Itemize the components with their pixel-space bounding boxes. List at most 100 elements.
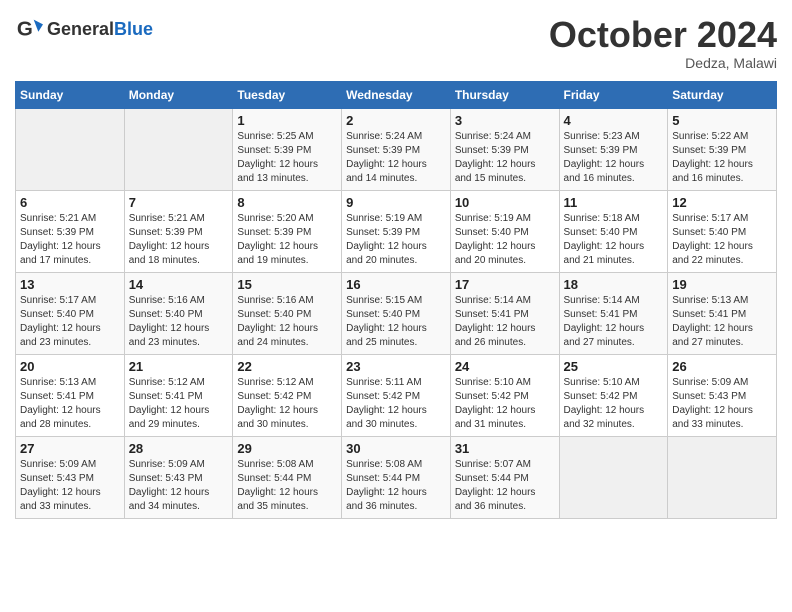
calendar-week-row: 20 Sunrise: 5:13 AMSunset: 5:41 PMDayligh… — [16, 354, 777, 436]
day-number: 28 — [129, 441, 229, 456]
calendar-cell: 27 Sunrise: 5:09 AMSunset: 5:43 PMDayligh… — [16, 436, 125, 518]
page-header: G GeneralBlue October 2024 Dedza, Malawi — [15, 15, 777, 71]
calendar-cell: 17 Sunrise: 5:14 AMSunset: 5:41 PMDayligh… — [450, 272, 559, 354]
calendar-cell: 23 Sunrise: 5:11 AMSunset: 5:42 PMDayligh… — [342, 354, 451, 436]
day-info: Sunrise: 5:17 AMSunset: 5:40 PMDaylight:… — [672, 212, 772, 268]
calendar-cell: 6 Sunrise: 5:21 AMSunset: 5:39 PMDaylight… — [16, 190, 125, 272]
day-number: 22 — [237, 359, 337, 374]
day-number: 17 — [455, 277, 555, 292]
day-number: 26 — [672, 359, 772, 374]
logo-icon: G — [15, 15, 43, 43]
weekday-header: Friday — [559, 81, 668, 108]
day-number: 27 — [20, 441, 120, 456]
day-number: 2 — [346, 113, 446, 128]
calendar-cell: 1Sunrise: 5:25 AMSunset: 5:39 PMDaylight… — [233, 108, 342, 190]
calendar-cell — [16, 108, 125, 190]
calendar-cell: 13 Sunrise: 5:17 AMSunset: 5:40 PMDayligh… — [16, 272, 125, 354]
day-info: Sunrise: 5:21 AMSunset: 5:39 PMDaylight:… — [129, 212, 229, 268]
day-number: 30 — [346, 441, 446, 456]
calendar-cell: 24Sunrise: 5:10 AMSunset: 5:42 PMDayligh… — [450, 354, 559, 436]
calendar-cell: 3 Sunrise: 5:24 AMSunset: 5:39 PMDaylight… — [450, 108, 559, 190]
calendar-cell: 4Sunrise: 5:23 AMSunset: 5:39 PMDaylight… — [559, 108, 668, 190]
day-number: 9 — [346, 195, 446, 210]
day-info: Sunrise: 5:09 AMSunset: 5:43 PMDaylight:… — [129, 458, 229, 514]
svg-text:G: G — [17, 18, 33, 41]
day-info: Sunrise: 5:15 AMSunset: 5:40 PMDaylight:… — [346, 294, 446, 350]
calendar-cell — [124, 108, 233, 190]
calendar-table: SundayMondayTuesdayWednesdayThursdayFrid… — [15, 81, 777, 519]
calendar-week-row: 6 Sunrise: 5:21 AMSunset: 5:39 PMDaylight… — [16, 190, 777, 272]
month-title: October 2024 — [549, 15, 777, 55]
calendar-cell: 2 Sunrise: 5:24 AMSunset: 5:39 PMDaylight… — [342, 108, 451, 190]
day-number: 25 — [564, 359, 664, 374]
day-number: 23 — [346, 359, 446, 374]
day-info: Sunrise: 5:11 AMSunset: 5:42 PMDaylight:… — [346, 376, 446, 432]
day-number: 13 — [20, 277, 120, 292]
day-info: Sunrise: 5:21 AMSunset: 5:39 PMDaylight:… — [20, 212, 120, 268]
day-number: 20 — [20, 359, 120, 374]
day-number: 8 — [237, 195, 337, 210]
weekday-header: Saturday — [668, 81, 777, 108]
calendar-cell: 22 Sunrise: 5:12 AMSunset: 5:42 PMDayligh… — [233, 354, 342, 436]
day-number: 31 — [455, 441, 555, 456]
calendar-cell: 30 Sunrise: 5:08 AMSunset: 5:44 PMDayligh… — [342, 436, 451, 518]
calendar-cell: 26 Sunrise: 5:09 AMSunset: 5:43 PMDayligh… — [668, 354, 777, 436]
day-info: Sunrise: 5:12 AMSunset: 5:42 PMDaylight:… — [237, 376, 337, 432]
day-info: Sunrise: 5:19 AMSunset: 5:39 PMDaylight:… — [346, 212, 446, 268]
day-info: Sunrise: 5:08 AMSunset: 5:44 PMDaylight:… — [346, 458, 446, 514]
day-info: Sunrise: 5:10 AMSunset: 5:42 PMDaylight:… — [455, 376, 555, 432]
calendar-cell: 9 Sunrise: 5:19 AMSunset: 5:39 PMDaylight… — [342, 190, 451, 272]
logo-text-blue: Blue — [114, 19, 153, 39]
calendar-cell: 16 Sunrise: 5:15 AMSunset: 5:40 PMDayligh… — [342, 272, 451, 354]
day-number: 12 — [672, 195, 772, 210]
day-info: Sunrise: 5:20 AMSunset: 5:39 PMDaylight:… — [237, 212, 337, 268]
day-info: Sunrise: 5:13 AMSunset: 5:41 PMDaylight:… — [20, 376, 120, 432]
weekday-header: Sunday — [16, 81, 125, 108]
location: Dedza, Malawi — [549, 55, 777, 71]
weekday-header: Wednesday — [342, 81, 451, 108]
day-info: Sunrise: 5:24 AMSunset: 5:39 PMDaylight:… — [455, 130, 555, 186]
day-number: 7 — [129, 195, 229, 210]
calendar-cell: 12 Sunrise: 5:17 AMSunset: 5:40 PMDayligh… — [668, 190, 777, 272]
day-info: Sunrise: 5:17 AMSunset: 5:40 PMDaylight:… — [20, 294, 120, 350]
calendar-cell: 10Sunrise: 5:19 AMSunset: 5:40 PMDayligh… — [450, 190, 559, 272]
day-number: 18 — [564, 277, 664, 292]
calendar-cell: 19Sunrise: 5:13 AMSunset: 5:41 PMDayligh… — [668, 272, 777, 354]
calendar-cell: 5Sunrise: 5:22 AMSunset: 5:39 PMDaylight… — [668, 108, 777, 190]
calendar-cell: 20 Sunrise: 5:13 AMSunset: 5:41 PMDayligh… — [16, 354, 125, 436]
day-number: 21 — [129, 359, 229, 374]
day-info: Sunrise: 5:16 AMSunset: 5:40 PMDaylight:… — [237, 294, 337, 350]
day-number: 6 — [20, 195, 120, 210]
day-info: Sunrise: 5:24 AMSunset: 5:39 PMDaylight:… — [346, 130, 446, 186]
calendar-week-row: 27 Sunrise: 5:09 AMSunset: 5:43 PMDayligh… — [16, 436, 777, 518]
calendar-cell: 18 Sunrise: 5:14 AMSunset: 5:41 PMDayligh… — [559, 272, 668, 354]
calendar-cell: 14Sunrise: 5:16 AMSunset: 5:40 PMDayligh… — [124, 272, 233, 354]
weekday-header: Thursday — [450, 81, 559, 108]
day-info: Sunrise: 5:10 AMSunset: 5:42 PMDaylight:… — [564, 376, 664, 432]
day-number: 5 — [672, 113, 772, 128]
day-info: Sunrise: 5:13 AMSunset: 5:41 PMDaylight:… — [672, 294, 772, 350]
calendar-cell: 8 Sunrise: 5:20 AMSunset: 5:39 PMDaylight… — [233, 190, 342, 272]
day-number: 16 — [346, 277, 446, 292]
day-info: Sunrise: 5:14 AMSunset: 5:41 PMDaylight:… — [564, 294, 664, 350]
day-info: Sunrise: 5:09 AMSunset: 5:43 PMDaylight:… — [672, 376, 772, 432]
weekday-header: Tuesday — [233, 81, 342, 108]
calendar-cell: 21 Sunrise: 5:12 AMSunset: 5:41 PMDayligh… — [124, 354, 233, 436]
calendar-week-row: 1Sunrise: 5:25 AMSunset: 5:39 PMDaylight… — [16, 108, 777, 190]
day-number: 29 — [237, 441, 337, 456]
day-info: Sunrise: 5:19 AMSunset: 5:40 PMDaylight:… — [455, 212, 555, 268]
logo-text-general: General — [47, 19, 114, 39]
calendar-cell: 11Sunrise: 5:18 AMSunset: 5:40 PMDayligh… — [559, 190, 668, 272]
day-number: 15 — [237, 277, 337, 292]
day-number: 3 — [455, 113, 555, 128]
day-info: Sunrise: 5:16 AMSunset: 5:40 PMDaylight:… — [129, 294, 229, 350]
day-info: Sunrise: 5:14 AMSunset: 5:41 PMDaylight:… — [455, 294, 555, 350]
calendar-week-row: 13 Sunrise: 5:17 AMSunset: 5:40 PMDayligh… — [16, 272, 777, 354]
day-info: Sunrise: 5:09 AMSunset: 5:43 PMDaylight:… — [20, 458, 120, 514]
calendar-cell: 15 Sunrise: 5:16 AMSunset: 5:40 PMDayligh… — [233, 272, 342, 354]
calendar-cell — [668, 436, 777, 518]
day-info: Sunrise: 5:18 AMSunset: 5:40 PMDaylight:… — [564, 212, 664, 268]
day-info: Sunrise: 5:07 AMSunset: 5:44 PMDaylight:… — [455, 458, 555, 514]
day-number: 4 — [564, 113, 664, 128]
day-info: Sunrise: 5:12 AMSunset: 5:41 PMDaylight:… — [129, 376, 229, 432]
